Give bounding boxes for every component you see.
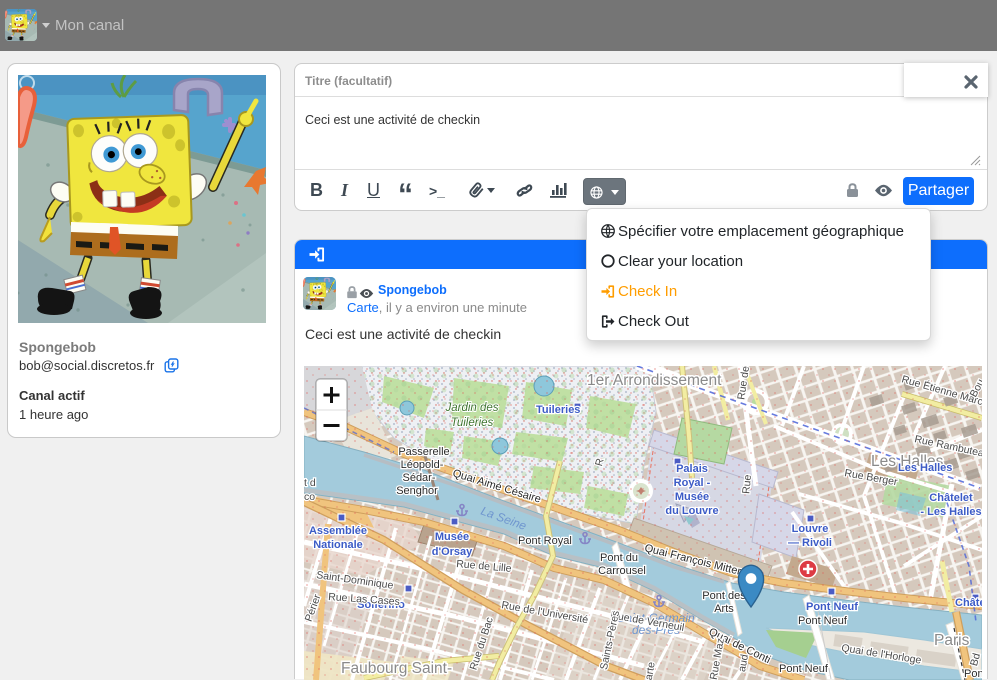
svg-text:Rue: Rue xyxy=(740,474,754,494)
svg-text:Pont Royal: Pont Royal xyxy=(518,535,572,547)
svg-text:Pont: Pont xyxy=(964,668,982,680)
svg-text:1er Arrondissement: 1er Arrondissement xyxy=(587,372,722,389)
svg-text:t d: t d xyxy=(304,477,316,489)
svg-text:Pont Neuf: Pont Neuf xyxy=(779,663,829,675)
svg-text:Pont Neuf: Pont Neuf xyxy=(798,615,848,627)
svg-text:Les Halles: Les Halles xyxy=(898,462,952,474)
svg-text:Tuileries: Tuileries xyxy=(536,404,580,416)
svg-text:Faubourg Saint-: Faubourg Saint- xyxy=(341,660,452,677)
svg-text:co: co xyxy=(304,491,315,503)
svg-text:Châtelet: Châtelet xyxy=(955,597,982,609)
svg-text:Pont Neuf: Pont Neuf xyxy=(806,601,858,613)
svg-text:Paris: Paris xyxy=(934,632,970,649)
